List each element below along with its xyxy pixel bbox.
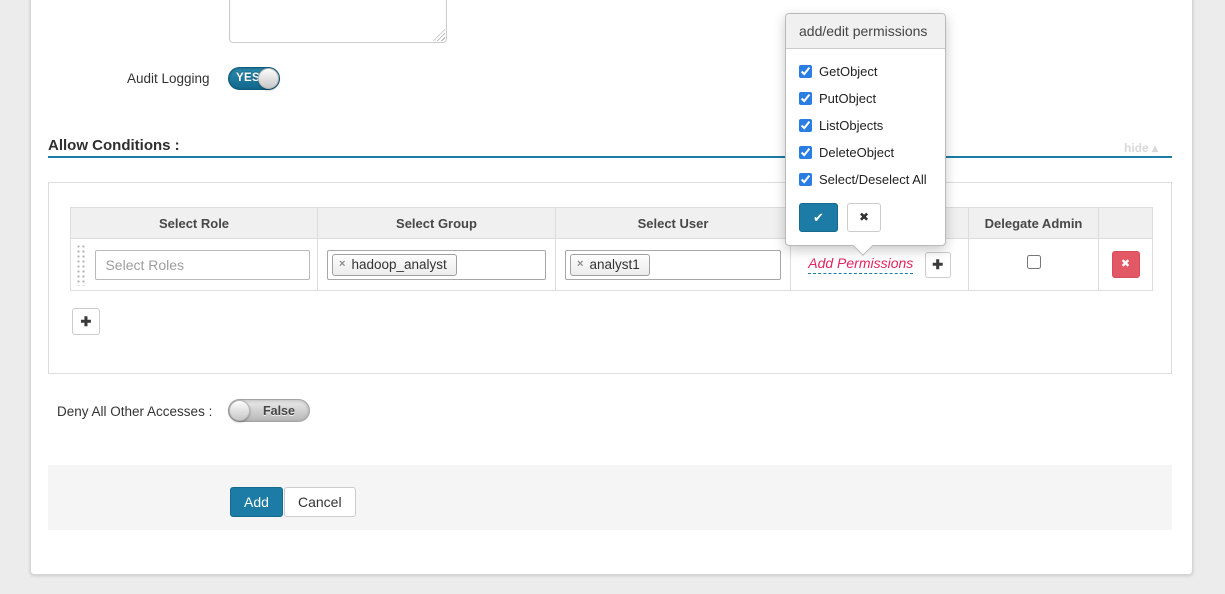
permission-label: PutObject <box>819 91 876 106</box>
policy-form-page: Audit Logging YES Allow Conditions : hid… <box>0 0 1225 594</box>
section-divider <box>48 156 1172 158</box>
delegate-admin-checkbox[interactable] <box>1027 255 1041 269</box>
column-header-select-role: Select Role <box>71 208 318 239</box>
add-condition-row-button[interactable]: ✚ <box>72 308 100 335</box>
permission-label: DeleteObject <box>819 145 894 160</box>
permission-checkbox-select-all[interactable] <box>799 173 812 186</box>
popover-options: GetObject PutObject ListObjects DeleteOb… <box>786 49 945 188</box>
form-actions-bar <box>48 465 1172 530</box>
permission-option: GetObject <box>799 62 932 80</box>
check-icon: ✔ <box>813 210 824 225</box>
group-tag-label: hadoop_analyst <box>351 257 446 272</box>
permission-option: DeleteObject <box>799 143 932 161</box>
audit-logging-toggle-value: YES <box>236 72 260 84</box>
add-button[interactable]: Add <box>230 487 283 517</box>
permission-label: ListObjects <box>819 118 883 133</box>
selected-user-tag: × analyst1 <box>570 254 650 276</box>
tag-remove-icon[interactable]: × <box>339 259 345 270</box>
deny-accesses-label: Deny All Other Accesses : <box>57 404 212 419</box>
allow-conditions-table: Select Role Select Group Select User Del… <box>70 207 1153 291</box>
policy-condition-row: × hadoop_analyst × analyst1 Add Permissi <box>71 239 1153 291</box>
deny-accesses-toggle[interactable]: False <box>228 399 310 422</box>
selected-group-tag: × hadoop_analyst <box>332 254 457 276</box>
permission-checkbox-putobject[interactable] <box>799 92 812 105</box>
user-tag-label: analyst1 <box>589 257 639 272</box>
popover-title: add/edit permissions <box>786 14 945 49</box>
permission-checkbox-deleteobject[interactable] <box>799 146 812 159</box>
add-permissions-link[interactable]: Add Permissions <box>808 255 913 274</box>
permission-option: ListObjects <box>799 116 932 134</box>
row-drag-handle-icon[interactable] <box>76 244 85 286</box>
toggle-knob <box>229 400 250 421</box>
caret-up-icon: ▴ <box>1152 141 1158 155</box>
popover-confirm-button[interactable]: ✔ <box>799 203 838 232</box>
select-user-input[interactable]: × analyst1 <box>565 250 781 280</box>
permission-option: Select/Deselect All <box>799 170 932 188</box>
toggle-knob <box>258 68 279 89</box>
audit-logging-toggle[interactable]: YES <box>228 67 280 90</box>
permissions-popover: add/edit permissions GetObject PutObject… <box>785 13 946 246</box>
permission-label: Select/Deselect All <box>819 172 927 187</box>
deny-accesses-toggle-value: False <box>263 404 295 418</box>
cancel-button[interactable]: Cancel <box>284 487 356 517</box>
column-header-actions <box>1099 208 1153 239</box>
hide-label: hide <box>1124 141 1149 155</box>
tag-remove-icon[interactable]: × <box>577 259 583 270</box>
table-header-row: Select Role Select Group Select User Del… <box>71 208 1153 239</box>
delete-x-icon: ✖ <box>1121 258 1130 270</box>
select-roles-input[interactable] <box>95 250 310 280</box>
column-header-delegate-admin: Delegate Admin <box>969 208 1099 239</box>
plus-icon: ✚ <box>81 314 92 329</box>
delete-condition-button[interactable]: ✖ <box>1112 251 1140 278</box>
audit-logging-label: Audit Logging <box>127 71 210 86</box>
hide-section-link[interactable]: hide ▴ <box>1124 141 1158 155</box>
popover-cancel-button[interactable]: ✖ <box>847 203 881 232</box>
permission-checkbox-getobject[interactable] <box>799 65 812 78</box>
add-permissions-button[interactable]: ✚ <box>925 252 951 278</box>
select-group-input[interactable]: × hadoop_analyst <box>327 250 546 280</box>
permission-label: GetObject <box>819 64 878 79</box>
close-icon: ✖ <box>859 210 869 224</box>
permission-option: PutObject <box>799 89 932 107</box>
permission-checkbox-listobjects[interactable] <box>799 119 812 132</box>
column-header-select-user: Select User <box>556 208 791 239</box>
description-textarea[interactable] <box>229 0 447 43</box>
plus-icon: ✚ <box>932 257 943 272</box>
column-header-select-group: Select Group <box>318 208 556 239</box>
allow-conditions-title: Allow Conditions : <box>48 137 180 154</box>
